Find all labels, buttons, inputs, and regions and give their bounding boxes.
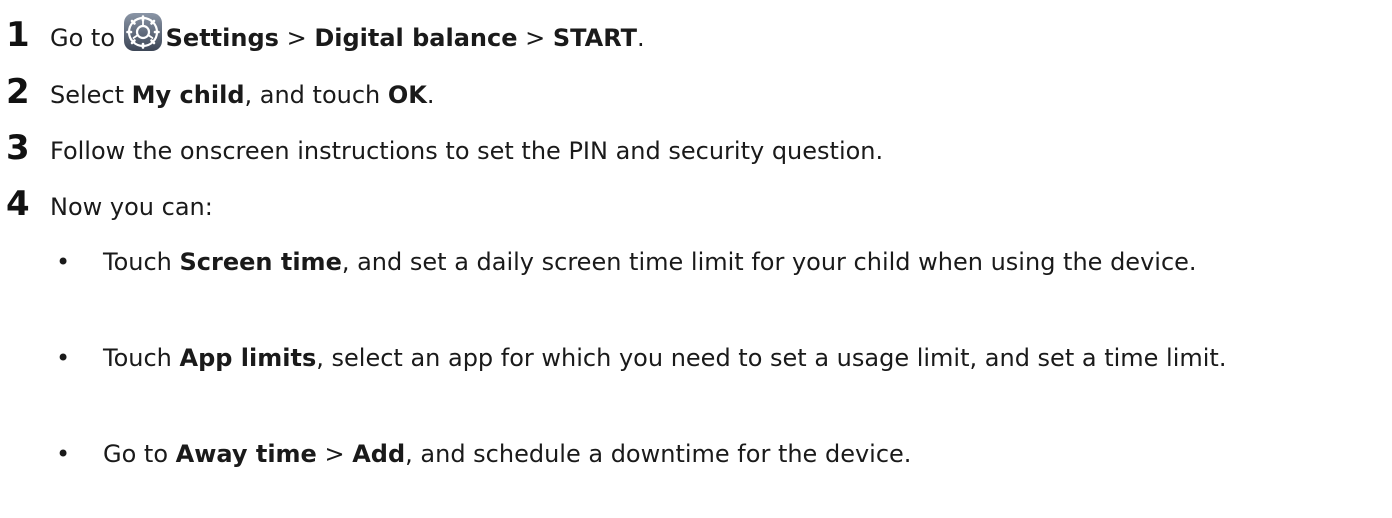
bullet-text-part: Touch [103, 248, 180, 276]
bullet-text-part: Go to [103, 440, 176, 468]
screen-time-text: Screen time [179, 248, 342, 276]
step-text-part: . [637, 24, 645, 52]
step-text-part: Select [50, 81, 132, 109]
step-number: 2 [6, 72, 30, 112]
step-number: 1 [6, 15, 30, 55]
step-text-part: > [278, 24, 315, 52]
settings-link-text: Settings [165, 24, 279, 52]
instructions-document: 1 Go to Settings > Digital balance > STA… [0, 0, 1392, 518]
bullet-text-part: , and set a daily screen time limit for … [341, 248, 1197, 276]
my-child-text: My child [131, 81, 245, 109]
bullet-marker: • [56, 440, 71, 468]
add-text: Add [352, 440, 406, 468]
digital-balance-text: Digital balance [314, 24, 518, 52]
step-3: 3 Follow the onscreen instructions to se… [0, 128, 883, 168]
step-number: 4 [6, 184, 30, 224]
step-text-part: , and touch [244, 81, 388, 109]
bullet-text: Touch Screen time, and set a daily scree… [103, 244, 1383, 280]
step-text-part: Go to [50, 24, 123, 52]
settings-gear-icon [123, 13, 162, 51]
step-text-part: . [426, 81, 435, 109]
app-limits-text: App limits [179, 344, 317, 372]
step-text: Select My child, and touch OK. [50, 78, 435, 112]
bullet-text-part: > [316, 440, 353, 468]
step-4: 4 Now you can: [0, 184, 213, 224]
step-text: Follow the onscreen instructions to set … [50, 137, 884, 165]
step-number: 3 [6, 128, 30, 168]
bullet-marker: • [56, 344, 71, 372]
bullet-marker: • [56, 248, 71, 276]
bullet-text-part: Touch [103, 344, 180, 372]
away-time-text: Away time [175, 440, 317, 468]
step-text-part: > [517, 24, 553, 52]
step-text: Now you can: [50, 193, 213, 221]
bullet-text-part: , and schedule a downtime for the device… [405, 440, 912, 468]
start-text: START [552, 24, 638, 52]
ok-text: OK [387, 81, 427, 109]
bullet-text: Touch App limits, select an app for whic… [103, 340, 1383, 376]
bullet-text: Go to Away time > Add, and schedule a do… [103, 436, 1383, 472]
step-1: 1 Go to Settings > Digital balance > STA… [0, 12, 645, 55]
bullet-text-part: , select an app for which you need to se… [316, 344, 1227, 372]
step-2: 2 Select My child, and touch OK. [0, 72, 435, 112]
step-text: Go to Settings > Digital balance > START… [50, 12, 645, 55]
